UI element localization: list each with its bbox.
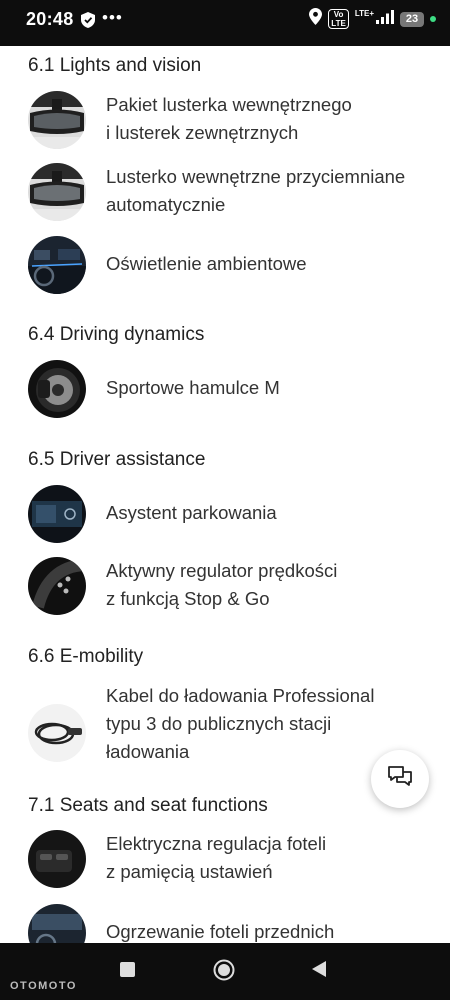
status-time: 20:48 [26, 9, 74, 29]
home-icon[interactable] [213, 959, 235, 986]
item-label-line: i lusterek zewnętrznych [106, 122, 299, 143]
list-item[interactable]: Sportowe hamulce M [28, 360, 428, 420]
more-dots-icon: ••• [102, 8, 123, 27]
list-item[interactable]: Asystent parkowania [28, 485, 428, 545]
item-label-line: Kabel do ładowania Professional [106, 685, 375, 706]
item-label-line: Lusterko wewnętrzne przyciemniane [106, 166, 406, 187]
item-label: Sportowe hamulce M [106, 374, 426, 402]
seat-controls-thumb [28, 830, 86, 888]
item-label-line: automatycznie [106, 194, 226, 215]
item-label: Pakiet lusterka wewnętrznego i lusterek … [106, 91, 426, 147]
battery-icon: 23 [400, 11, 424, 27]
item-label-line: Ogrzewanie foteli przednich [106, 921, 335, 942]
section-title-seats: 7.1 Seats and seat functions [28, 795, 268, 816]
recents-icon[interactable] [120, 962, 135, 977]
status-bar: 20:48 ••• Vo LTE LTE+ 23 [0, 0, 450, 46]
charging-cable-thumb [28, 704, 86, 762]
lte-label: LTE+ [354, 8, 374, 18]
display-thumb [28, 485, 86, 543]
section-title-lights-and-vision: 6.1 Lights and vision [28, 55, 202, 76]
item-label-line: Sportowe hamulce M [106, 377, 280, 398]
section-title-e-mobility: 6.6 E-mobility [28, 646, 144, 667]
item-label-line: Elektryczna regulacja foteli [106, 833, 327, 854]
car-interior-thumb [28, 236, 86, 294]
item-label: Oświetlenie ambientowe [106, 250, 426, 278]
item-label: Kabel do ładowania Professional typu 3 d… [106, 682, 426, 766]
item-label-line: Asystent parkowania [106, 502, 277, 523]
list-item[interactable]: Lusterko wewnętrzne przyciemniane automa… [28, 163, 428, 223]
chat-icon [387, 765, 413, 794]
item-label: Lusterko wewnętrzne przyciemniane automa… [106, 163, 426, 219]
item-label-line: typu 3 do publicznych stacji [106, 713, 332, 734]
shield-icon [81, 12, 95, 33]
item-label-line: Aktywny regulator prędkości [106, 560, 338, 581]
item-label-line: z pamięcią ustawień [106, 861, 273, 882]
rearview-mirror-thumb [28, 91, 86, 149]
item-label: Elektryczna regulacja foteli z pamięcią … [106, 830, 426, 886]
item-label-line: Pakiet lusterka wewnętrznego [106, 94, 352, 115]
equipment-list: 6.1 Lights and vision Pakiet lusterka we… [0, 46, 450, 943]
item-label-line: z funkcją Stop & Go [106, 588, 270, 609]
chat-button[interactable] [371, 750, 429, 808]
brake-thumb [28, 360, 86, 418]
back-icon[interactable] [311, 960, 327, 983]
list-item[interactable]: Ogrzewanie foteli przednich [28, 904, 428, 943]
rearview-mirror-thumb [28, 163, 86, 221]
section-title-driver-assistance: 6.5 Driver assistance [28, 449, 206, 470]
list-item[interactable]: Elektryczna regulacja foteli z pamięcią … [28, 830, 428, 890]
privacy-indicator-dot [430, 16, 436, 22]
volte-badge: Vo LTE [328, 9, 349, 29]
section-title-driving-dynamics: 6.4 Driving dynamics [28, 324, 205, 345]
list-item[interactable]: Pakiet lusterka wewnętrznego i lusterek … [28, 91, 428, 151]
system-nav-bar: OTOMOTO [0, 943, 450, 1000]
location-icon [309, 8, 323, 30]
brand-watermark: OTOMOTO [10, 980, 77, 992]
steering-wheel-thumb [28, 557, 86, 615]
list-item[interactable]: Oświetlenie ambientowe [28, 236, 428, 296]
item-label: Asystent parkowania [106, 499, 426, 527]
list-item[interactable]: Kabel do ładowania Professional typu 3 d… [28, 685, 428, 762]
dashboard-thumb [28, 904, 86, 943]
item-label: Aktywny regulator prędkości z funkcją St… [106, 557, 426, 613]
signal-icon [376, 9, 394, 29]
item-label: Ogrzewanie foteli przednich [106, 918, 426, 943]
item-label-line: Oświetlenie ambientowe [106, 253, 307, 274]
list-item[interactable]: Aktywny regulator prędkości z funkcją St… [28, 557, 428, 617]
